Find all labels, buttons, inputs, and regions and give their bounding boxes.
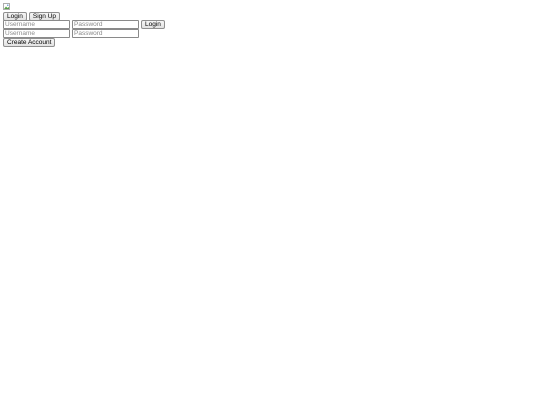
page: Login Sign Up Login Create Account [0, 0, 540, 405]
login-password-input[interactable] [72, 20, 139, 29]
signup-username-input[interactable] [3, 29, 70, 38]
login-form: Login [3, 20, 167, 29]
login-submit-button[interactable]: Login [141, 20, 165, 29]
broken-image-icon [3, 3, 10, 10]
signup-form [3, 29, 141, 38]
create-account-button[interactable]: Create Account [3, 38, 56, 47]
login-username-input[interactable] [3, 20, 70, 29]
signup-password-input[interactable] [72, 29, 139, 38]
signup-actions: Create Account [3, 38, 57, 47]
